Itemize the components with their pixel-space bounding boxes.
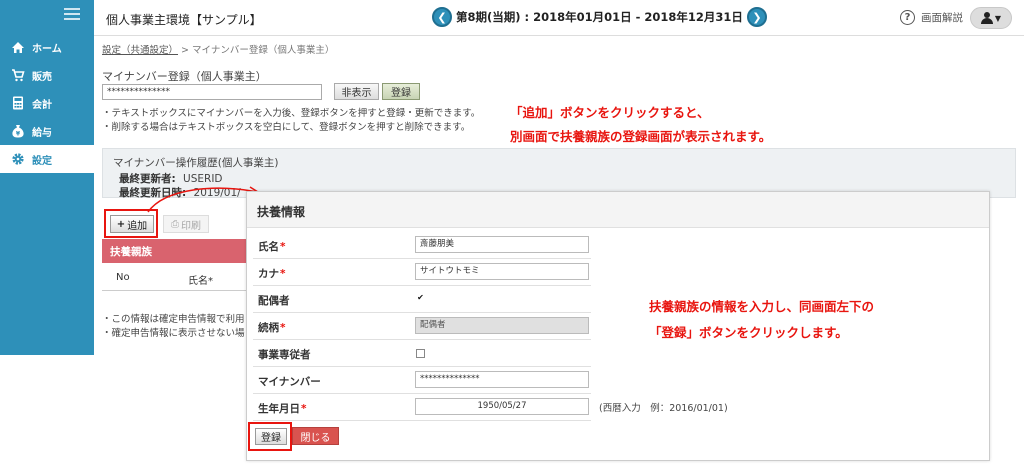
field-label: 続柄* — [258, 322, 286, 334]
money-bag-icon: ¥ — [11, 124, 25, 138]
sidebar-nav: ホーム 販売 会計 ¥ 給与 設定 — [0, 0, 94, 355]
user-icon — [980, 12, 993, 24]
mynumber-title: マイナンバー登録（個人事業主） — [102, 70, 267, 83]
sidebar-item-payroll[interactable]: ¥ 給与 — [0, 117, 94, 145]
home-icon — [11, 40, 25, 54]
field-label: カナ* — [258, 268, 286, 280]
annotation-top-line-2: 別画面で扶養親族の登録画面が表示されます。 — [510, 129, 772, 144]
annotation-mid-line-1: 扶養親族の情報を入力し、同画面左下の — [649, 299, 875, 314]
hide-button[interactable]: 非表示 — [334, 83, 379, 100]
birthdate-input[interactable]: 1950/05/27 — [415, 398, 589, 415]
sidebar-item-label: ホーム — [32, 43, 62, 55]
business-worker-checkbox[interactable] — [416, 349, 425, 358]
sidebar-item-label: 給与 — [32, 127, 52, 139]
caret-down-icon: ▼ — [994, 13, 1002, 23]
field-label: 氏名* — [258, 241, 286, 253]
birthdate-hint: (西暦入力 例：2016/01/01) — [599, 403, 728, 414]
mynumber-note-2: ・削除する場合はテキストボックスを空白にして、登録ボタンを押すと削除できます。 — [102, 122, 471, 133]
field-row-relation: 続柄* 配偶者 — [253, 313, 591, 340]
prev-period-icon[interactable]: ❮ — [432, 7, 452, 27]
hamburger-menu-icon[interactable] — [64, 8, 80, 20]
cart-icon — [11, 68, 25, 82]
field-label: 生年月日* — [258, 403, 307, 415]
family-note-2: ・確定申告情報に表示させない場 — [102, 328, 245, 339]
kana-input[interactable]: サイトウトモミ — [415, 263, 589, 280]
dialog-header: 扶養情報 — [247, 192, 989, 228]
sidebar-item-settings[interactable]: 設定 — [0, 145, 94, 173]
field-label: 事業専従者 — [258, 349, 311, 361]
breadcrumb-current: マイナンバー登録（個人事業主） — [192, 45, 335, 56]
dependent-mynumber-input[interactable]: ************** — [415, 371, 589, 388]
sidebar-item-label: 販売 — [32, 71, 52, 83]
field-row-spouse: 配偶者 ✔ — [253, 286, 591, 313]
period-selector: ❮ 第8期(当期) : 2018年01月01日 - 2018年12月31日 ❯ — [428, 7, 771, 27]
mynumber-note-1: ・テキストボックスにマイナンバーを入力後、登録ボタンを押すと登録・更新できます。 — [102, 108, 481, 119]
dialog-title: 扶養情報 — [257, 205, 306, 219]
sidebar-item-home[interactable]: ホーム — [0, 33, 94, 61]
dependent-dialog: 扶養情報 氏名* 斎藤朋美 カナ* サイトウトモミ 配偶者 ✔ 続柄* 配偶者 … — [246, 191, 990, 461]
sidebar-item-accounting[interactable]: 会計 — [0, 89, 94, 117]
app-title: 個人事業主環境【サンプル】 — [106, 13, 262, 27]
family-note-1: ・この情報は確定申告情報で利用 — [102, 314, 245, 325]
field-label: 配偶者 — [258, 295, 290, 307]
top-header: 個人事業主環境【サンプル】 ❮ 第8期(当期) : 2018年01月01日 - … — [94, 0, 1024, 36]
close-button[interactable]: 閉じる — [292, 427, 339, 445]
breadcrumb: 設定（共通設定） > マイナンバー登録（個人事業主） — [102, 42, 334, 56]
relation-input: 配偶者 — [415, 317, 589, 334]
sidebar-item-label: 会計 — [32, 99, 52, 111]
question-icon: ? — [900, 10, 915, 25]
help-link[interactable]: ? 画面解説 — [900, 10, 963, 25]
mynumber-register-button[interactable]: 登録 — [382, 83, 420, 100]
sidebar: ホーム 販売 会計 ¥ 給与 設定 — [0, 0, 94, 472]
annotation-mid-line-2: 「登録」ボタンをクリックします。 — [649, 325, 848, 340]
sidebar-item-label: 設定 — [32, 155, 52, 167]
printer-icon: ⎙ — [171, 218, 179, 230]
user-menu-button[interactable]: ▼ — [970, 7, 1012, 29]
field-row-kana: カナ* サイトウトモミ — [253, 259, 591, 286]
col-no: No — [116, 272, 130, 283]
history-title: マイナンバー操作履歴(個人事業主) — [113, 157, 279, 169]
spouse-checkbox[interactable]: ✔ — [416, 294, 425, 303]
gear-icon — [11, 152, 25, 166]
family-section-header: 扶養親族 — [102, 239, 250, 263]
breadcrumb-separator: > — [181, 45, 190, 56]
register-highlight-box — [248, 422, 292, 451]
period-label: 第8期(当期) : 2018年01月01日 - 2018年12月31日 — [456, 10, 743, 24]
sidebar-item-sales[interactable]: 販売 — [0, 61, 94, 89]
annotation-top-line-1: 「追加」ボタンをクリックすると、 — [510, 105, 710, 120]
breadcrumb-link[interactable]: 設定（共通設定） — [102, 45, 178, 56]
field-row-business-worker: 事業専従者 — [253, 340, 591, 367]
name-input[interactable]: 斎藤朋美 — [415, 236, 589, 253]
mynumber-input[interactable]: ************** — [102, 84, 322, 100]
field-row-name: 氏名* 斎藤朋美 — [253, 232, 591, 259]
help-label: 画面解説 — [921, 12, 963, 24]
field-row-mynumber: マイナンバー ************** — [253, 367, 591, 394]
family-table-header: No 氏名* — [102, 263, 250, 291]
calculator-icon — [11, 96, 25, 110]
col-name: 氏名* — [188, 276, 213, 287]
field-label: マイナンバー — [258, 376, 321, 388]
field-row-birthdate: 生年月日* 1950/05/27 — [253, 394, 591, 421]
next-period-icon[interactable]: ❯ — [746, 7, 767, 27]
